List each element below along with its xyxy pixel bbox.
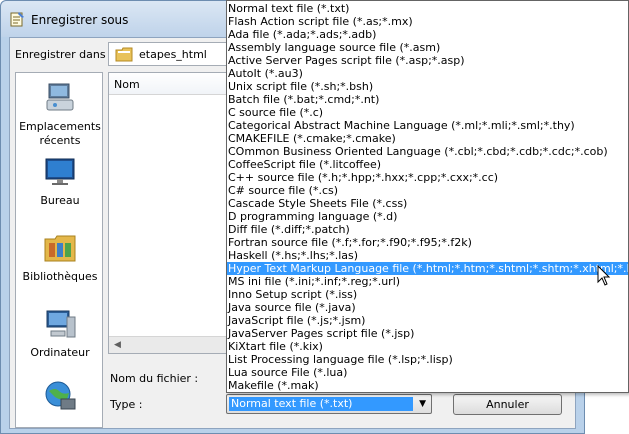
dropdown-option[interactable]: CoffeeScript file (*.litcoffee) [227,158,628,171]
dropdown-option[interactable]: Haskell (*.hs;*.lhs;*.las) [227,249,628,262]
file-name-label: Nom du fichier : [110,372,199,385]
dropdown-option[interactable]: Active Server Pages script file (*.asp;*… [227,54,628,67]
save-in-value: etapes_html [139,48,207,61]
dropdown-option[interactable]: Normal text file (*.txt) [227,2,628,15]
file-type-dropdown-list[interactable]: Normal text file (*.txt) Flash Action scr… [226,0,629,393]
computer-icon [46,310,76,338]
dropdown-option[interactable]: Batch file (*.bat;*.cmd;*.nt) [227,93,628,106]
dropdown-option[interactable]: Unix script file (*.sh;*.bsh) [227,80,628,93]
dropdown-option[interactable]: COmmon Business Oriented Language (*.cbl… [227,145,628,158]
chevron-down-icon[interactable]: ▼ [419,399,426,409]
dropdown-option[interactable]: D programming language (*.d) [227,210,628,223]
dropdown-option[interactable]: Makefile (*.mak) [227,379,628,392]
place-label: Ordinateur [30,346,90,359]
dropdown-option[interactable]: C# source file (*.cs) [227,184,628,197]
place-desktop[interactable]: Bureau [16,155,104,208]
network-icon [45,381,76,410]
save-in-label: Enregistrer dans : [15,48,113,61]
file-type-label: Type : [110,398,143,411]
place-recent[interactable]: Emplacements récents [16,81,104,148]
window-title: Enregistrer sous [31,13,129,27]
horizontal-scrollbar[interactable]: ◀ [109,336,228,353]
dropdown-option[interactable]: C++ source file (*.h;*.hpp;*.hxx;*.cpp;*… [227,171,628,184]
dropdown-option[interactable]: Java source file (*.java) [227,301,628,314]
dropdown-option[interactable]: Ada file (*.ada;*.ads;*.adb) [227,28,628,41]
dropdown-option[interactable]: MS ini file (*.ini;*.inf;*.reg;*.url) [227,275,628,288]
dropdown-option[interactable]: C source file (*.c) [227,106,628,119]
save-in-combobox[interactable]: etapes_html [108,42,228,66]
dropdown-option[interactable]: Assembly language source file (*.asm) [227,41,628,54]
dropdown-option[interactable]: Categorical Abstract Machine Language (*… [227,119,628,132]
recent-places-icon [46,83,74,111]
folder-icon [115,47,133,62]
dropdown-option[interactable]: Lua source File (*.lua) [227,366,628,379]
dropdown-option[interactable]: JavaServer Pages script file (*.jsp) [227,327,628,340]
dropdown-option[interactable]: Fortran source file (*.f;*.for;*.f90;*.f… [227,236,628,249]
place-label: Emplacements [19,120,101,133]
place-libraries[interactable]: Bibliothèques [16,231,104,284]
place-label: récents [39,134,81,147]
dropdown-option[interactable]: Hyper Text Markup Language file (*.html;… [227,262,628,275]
dropdown-option[interactable]: KiXtart file (*.kix) [227,340,628,353]
place-label: Bureau [40,194,80,207]
dropdown-option[interactable]: List Processing language file (*.lsp;*.l… [227,353,628,366]
cancel-button[interactable]: Annuler [453,394,562,415]
libraries-icon [44,235,76,262]
file-list[interactable]: Nom ◀ [108,72,228,354]
place-network[interactable] [16,379,104,413]
mouse-cursor-icon [597,265,611,286]
dropdown-option[interactable]: Inno Setup script (*.iss) [227,288,628,301]
desktop-icon [45,158,75,185]
dropdown-option[interactable]: Cascade Style Sheets File (*.css) [227,197,628,210]
column-name-label: Nom [114,78,140,91]
dropdown-option[interactable]: JavaScript file (*.js;*.jsm) [227,314,628,327]
dropdown-option[interactable]: CMAKEFILE (*.cmake;*.cmake) [227,132,628,145]
column-header-name[interactable]: Nom [109,73,228,95]
place-label: Bibliothèques [22,270,98,283]
notepad-icon [10,12,24,27]
dropdown-option[interactable]: AutoIt (*.au3) [227,67,628,80]
file-type-select[interactable]: Normal text file (*.txt) ▼ [226,394,432,414]
scroll-left-arrow-icon[interactable]: ◀ [114,340,121,350]
dropdown-option[interactable]: Flash Action script file (*.as;*.mx) [227,15,628,28]
places-bar: Emplacements récents Bureau Bibliothèque… [15,72,103,428]
place-computer[interactable]: Ordinateur [16,307,104,360]
file-type-selected-value: Normal text file (*.txt) [229,397,413,411]
dropdown-option[interactable]: Diff file (*.diff;*.patch) [227,223,628,236]
